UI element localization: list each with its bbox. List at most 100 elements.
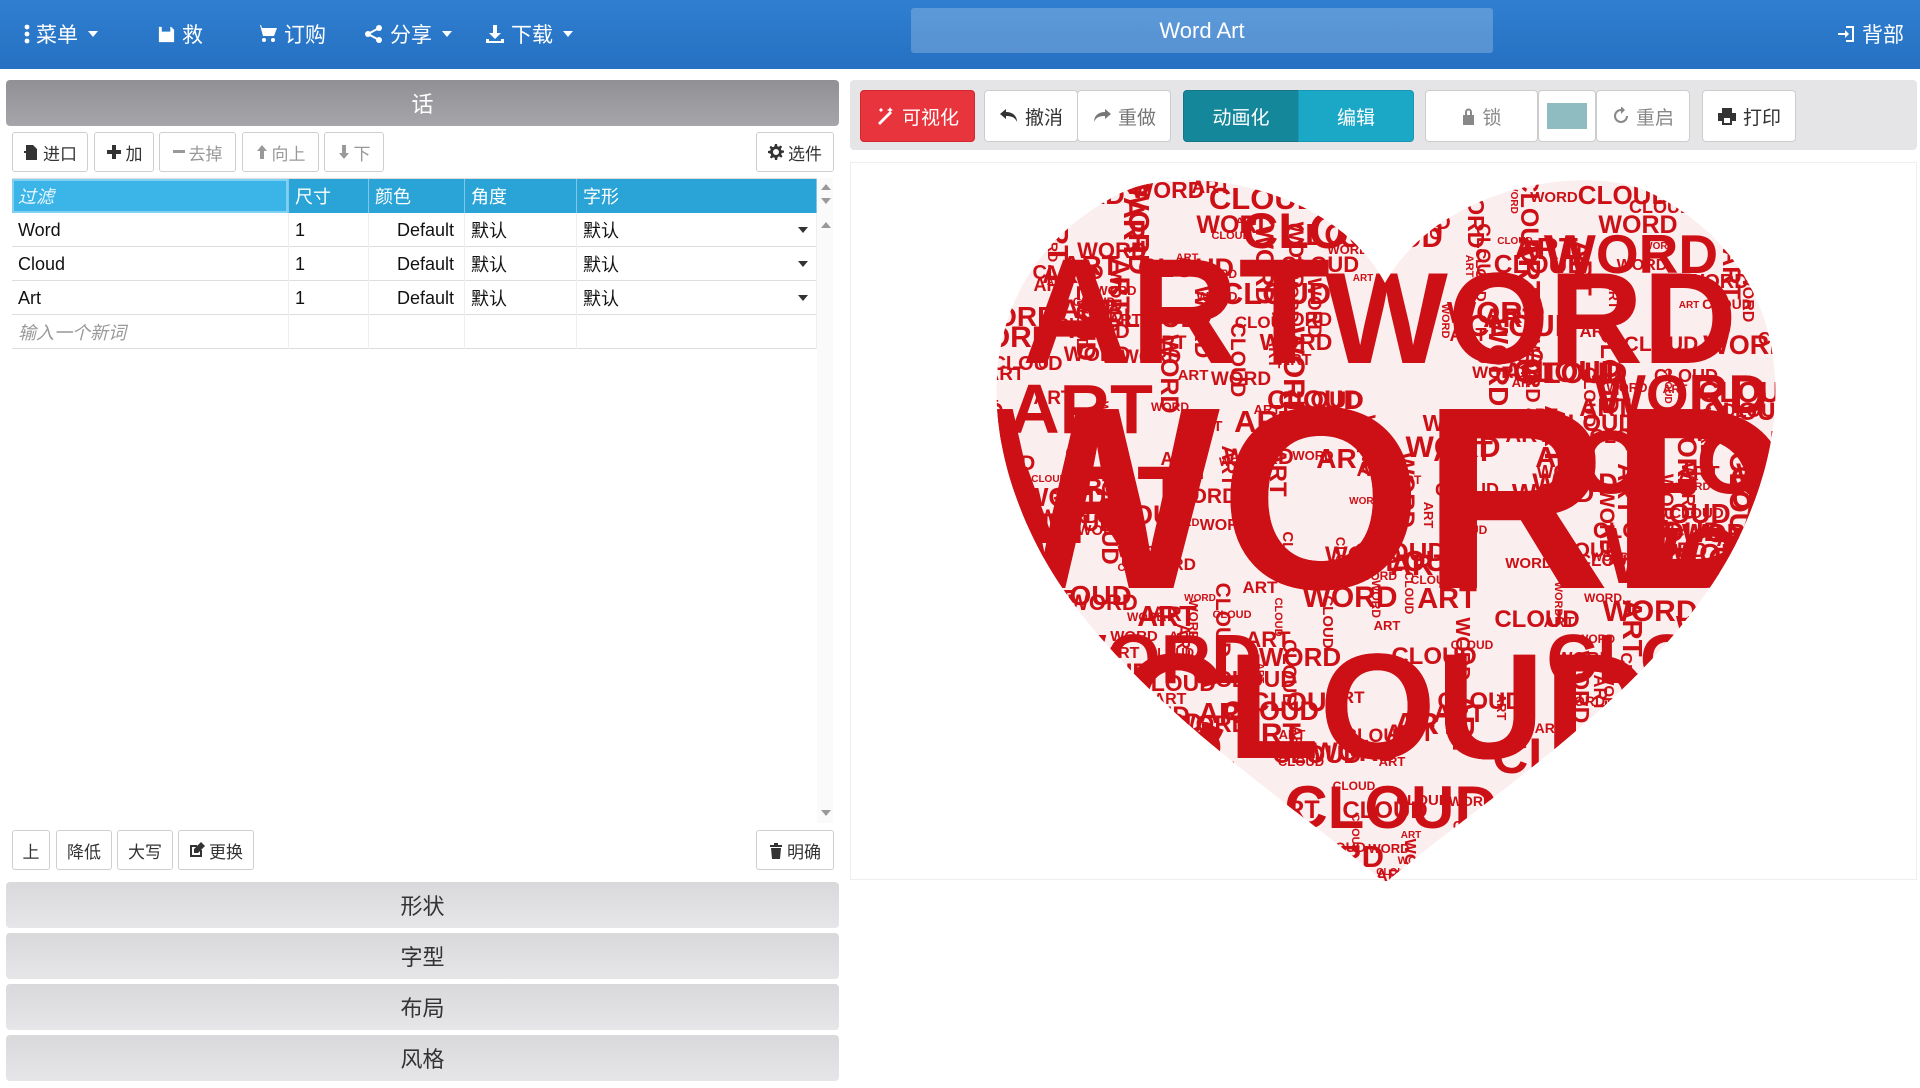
cloud-word-small: ART [1671,640,1722,668]
redo-button[interactable]: 重做 [1077,90,1171,142]
upper-button[interactable]: 上 [12,830,50,870]
print-button[interactable]: 打印 [1702,90,1796,142]
empty-cell[interactable] [289,315,369,349]
column-font[interactable]: 字形 [577,179,817,213]
size-cell[interactable]: 1 [289,213,369,247]
options-button[interactable]: 选件 [756,132,834,172]
save-button[interactable]: 救 [157,16,203,52]
replace-button[interactable]: 更换 [178,830,254,870]
add-word-button[interactable]: 加 [94,132,154,172]
scroll-up-icon[interactable] [821,184,831,190]
table-row[interactable]: Art 1 Default 默认 默认 [12,281,817,315]
size-cell[interactable]: 1 [289,281,369,315]
fonts-section-header[interactable]: 字型 [6,933,839,979]
angle-cell[interactable]: 默认 [465,213,577,247]
order-button[interactable]: 订购 [256,16,326,52]
scroll-down-icon[interactable] [821,198,831,204]
dropdown-arrow-icon[interactable] [798,227,808,233]
new-word-row[interactable]: 输入一个新词 [12,315,817,349]
cloud-word-small: WORD [1449,793,1493,809]
word-cloud-canvas[interactable]: WORD CLOUD ART WORD ART CLOUD WORD CLOUD WORD CLO… [850,162,1918,883]
scroll-down-icon[interactable] [821,810,831,816]
column-angle[interactable]: 角度 [465,179,577,213]
font-value: 默认 [583,255,619,275]
cloud-word-small: WORD [1176,777,1243,800]
font-cell[interactable]: 默认 [577,247,817,281]
refresh-icon [1613,107,1628,123]
sign-in-icon [1838,26,1854,42]
back-button[interactable]: 背部 [1836,16,1904,52]
words-section-header[interactable]: 话 [6,80,839,126]
cloud-word-small: WORD [1132,177,1205,203]
move-down-button[interactable]: 下 [324,132,384,172]
cloud-word-small: WORD [1039,180,1124,210]
cloud-word-small: ART [1353,273,1374,284]
cloud-word-small: CLOUD [979,492,999,556]
table-row[interactable]: Word 1 Default 默认 默认 [12,213,817,247]
edit-button[interactable]: 编辑 [1298,90,1414,142]
replace-label: 更换 [209,842,243,862]
word-cell[interactable]: Cloud [12,247,289,281]
cloud-word-small: WORD [1500,816,1538,830]
empty-cell[interactable] [577,315,817,349]
word-cell[interactable]: Art [12,281,289,315]
animate-button[interactable]: 动画化 [1183,90,1299,142]
dropdown-arrow-icon[interactable] [798,261,808,267]
reset-button[interactable]: 重启 [1596,90,1690,142]
heart-word-cloud[interactable]: WORDCLOUDARTWORDART CLOUDWORDCLOUDWORDCLO… [851,163,1918,883]
color-cell[interactable]: Default [369,247,465,281]
import-button[interactable]: 进口 [12,132,88,172]
cloud-word-small: ART [1053,192,1080,207]
cloud-word-small: WORD [1660,741,1695,753]
table-scrollbar[interactable] [817,178,833,823]
capitalize-button[interactable]: 大写 [117,830,173,870]
move-up-button[interactable]: 向上 [242,132,319,172]
color-swatch-button[interactable] [1538,90,1596,142]
remove-word-button[interactable]: 去掉 [159,132,236,172]
word-cell[interactable]: Word [12,213,289,247]
column-size[interactable]: 尺寸 [289,179,369,213]
download-button[interactable]: 下载 [485,16,573,52]
color-cell[interactable]: Default [369,281,465,315]
cloud-word-small: WORD [1123,741,1151,820]
document-title[interactable]: Word Art [911,8,1493,53]
order-label: 订购 [284,24,326,47]
empty-cell[interactable] [465,315,577,349]
angle-cell[interactable]: 默认 [465,281,577,315]
new-word-input[interactable]: 输入一个新词 [12,315,289,349]
cloud-word-small: ART [1606,281,1622,310]
magic-wand-icon [877,107,893,125]
style-section-header[interactable]: 风格 [6,1035,839,1081]
size-cell[interactable]: 1 [289,247,369,281]
filter-input[interactable]: 过滤 [12,179,289,213]
cloud-word-small: CLOUD [980,663,1013,770]
cloud-word-small: WORD [1736,709,1766,794]
clear-button[interactable]: 明确 [756,830,834,870]
dropdown-arrow-icon[interactable] [798,295,808,301]
cloud-word-small: WORD [1061,822,1091,881]
shapes-section-header[interactable]: 形状 [6,882,839,928]
angle-cell[interactable]: 默认 [465,247,577,281]
menu-button[interactable]: 菜单 [24,16,98,52]
table-row[interactable]: Cloud 1 Default 默认 默认 [12,247,817,281]
scroll-up-icon[interactable] [821,222,831,228]
undo-button[interactable]: 撤消 [984,90,1078,142]
caret-down-icon [88,31,98,37]
cloud-word-small: ART [1685,642,1721,661]
column-color[interactable]: 颜色 [369,179,465,213]
cloud-word-small: WORD [1742,717,1763,777]
top-navbar: 菜单 救 订购 分享 下载 Word Art 背部 [0,0,1920,69]
lower-button[interactable]: 降低 [56,830,112,870]
share-button[interactable]: 分享 [364,16,452,52]
font-cell[interactable]: 默认 [577,281,817,315]
cloud-word-small: CLOUD [1652,665,1680,754]
caret-down-icon [442,31,452,37]
layout-section-header[interactable]: 布局 [6,984,839,1030]
color-cell[interactable]: Default [369,213,465,247]
empty-cell[interactable] [369,315,465,349]
lock-button[interactable]: 锁 [1425,90,1538,142]
visualize-button[interactable]: 可视化 [860,90,975,142]
cloud-word-small: ART [1740,248,1781,270]
cloud-word-small: WORD [1171,840,1231,861]
font-cell[interactable]: 默认 [577,213,817,247]
